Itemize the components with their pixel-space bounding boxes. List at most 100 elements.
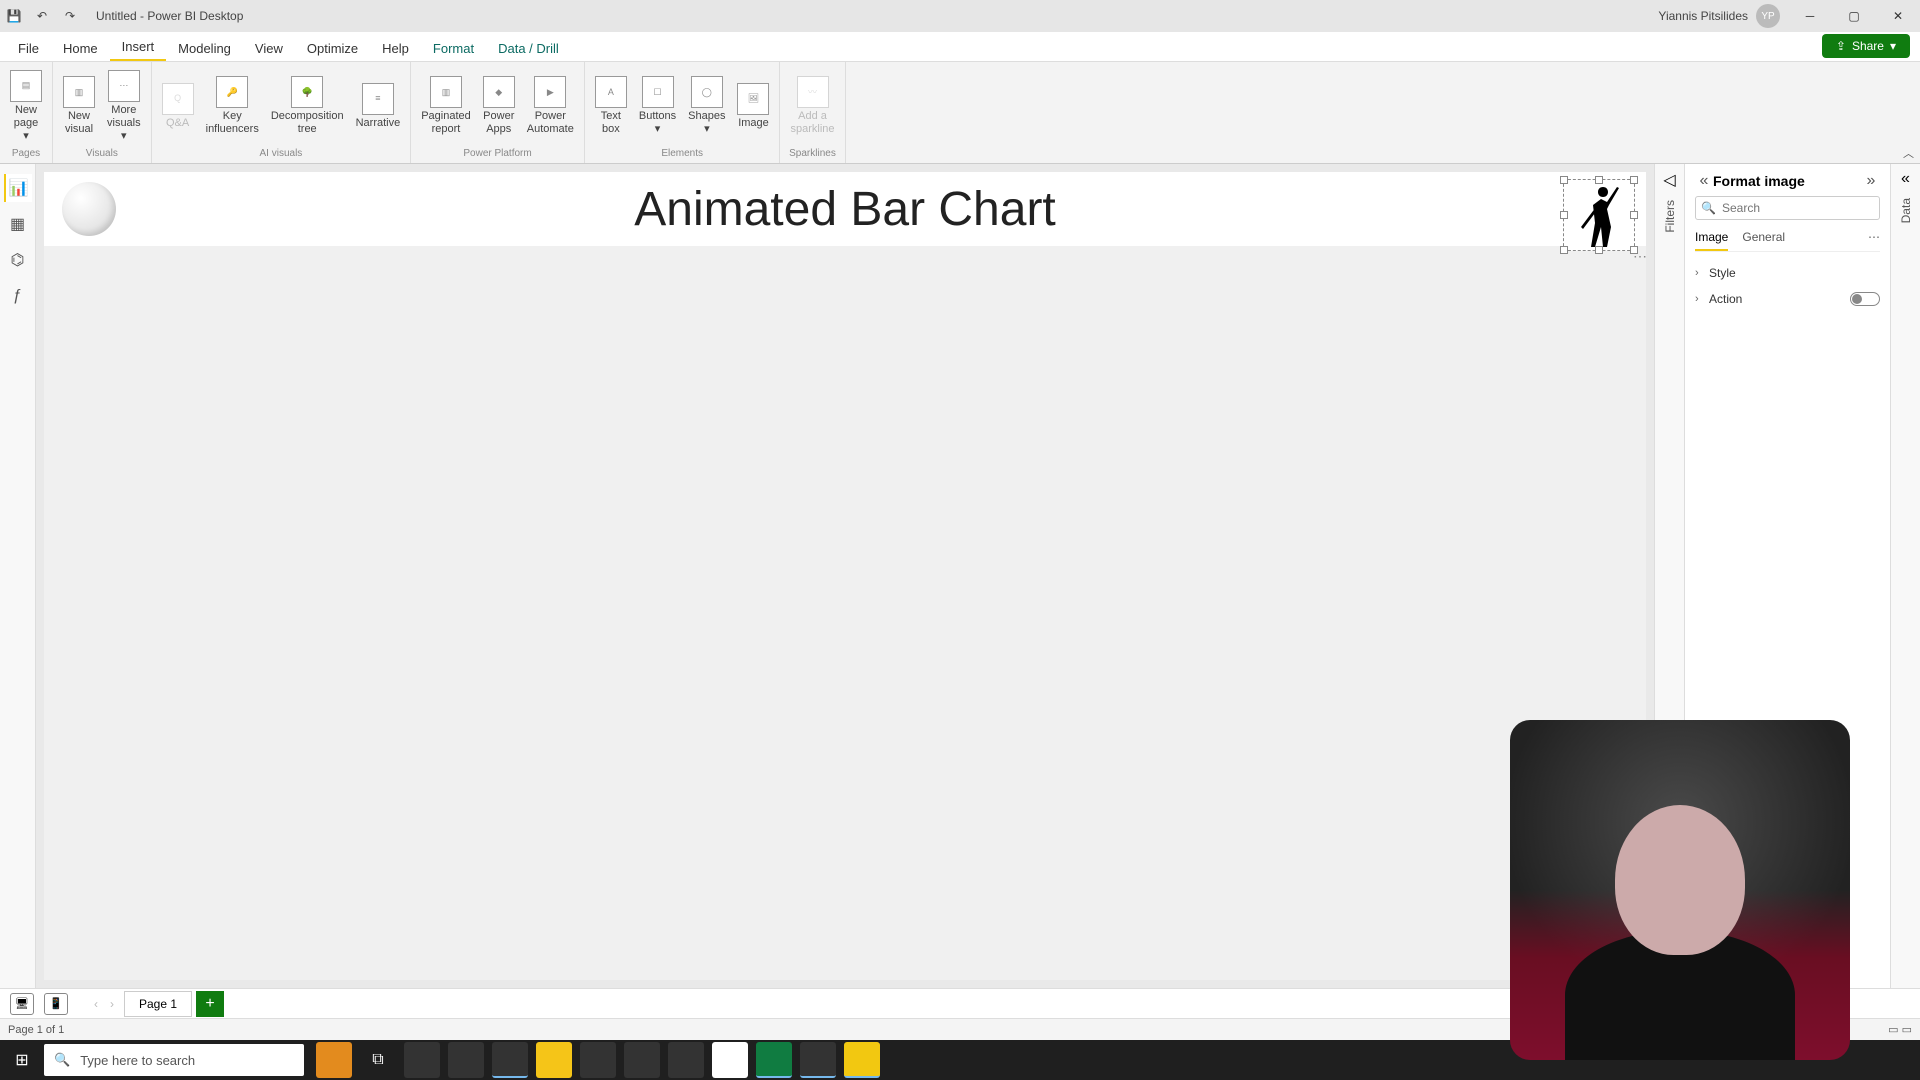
report-view-button[interactable]: 📊 xyxy=(4,174,32,202)
share-label: Share xyxy=(1852,39,1884,53)
user-name-label: Yiannis Pitsilides xyxy=(1658,9,1748,23)
format-search-input[interactable] xyxy=(1695,196,1880,220)
action-toggle[interactable] xyxy=(1850,292,1880,306)
more-visuals-button[interactable]: ⋯More visuals▾ xyxy=(101,64,147,148)
start-button[interactable]: ⊞ xyxy=(0,1040,44,1080)
taskbar-app[interactable] xyxy=(580,1042,616,1078)
report-canvas[interactable]: Animated Bar Chart ⋯ xyxy=(44,172,1646,980)
paginated-report-button[interactable]: ▥Paginated report xyxy=(415,64,477,148)
ribbon-tab-file[interactable]: File xyxy=(6,36,51,61)
data-pane-collapsed[interactable]: « Data xyxy=(1890,164,1920,988)
text-box-button[interactable]: AText box xyxy=(589,64,633,148)
format-section-label: Style xyxy=(1709,266,1736,280)
ribbon-button-label: Add a sparkline xyxy=(790,110,834,136)
key-influencers-icon: 🔑 xyxy=(216,76,248,108)
taskbar-app[interactable] xyxy=(448,1042,484,1078)
taskbar-app[interactable] xyxy=(316,1042,352,1078)
webcam-overlay xyxy=(1510,720,1850,1060)
power-apps-button[interactable]: ◆Power Apps xyxy=(477,64,521,148)
ribbon-tab-help[interactable]: Help xyxy=(370,36,421,61)
format-pane-title: Format image xyxy=(1713,173,1805,189)
shapes-icon: ◯ xyxy=(691,76,723,108)
taskbar-excel-icon[interactable] xyxy=(756,1042,792,1078)
ribbon-body: ▤New page▾ Pages ▥New visual ⋯More visua… xyxy=(0,62,1920,164)
decomposition-tree-icon: 🌳 xyxy=(291,76,323,108)
visual-more-options-button[interactable]: ⋯ xyxy=(1633,248,1648,265)
taskbar-app[interactable] xyxy=(492,1042,528,1078)
ribbon-group-label: Power Platform xyxy=(415,148,580,161)
ribbon-tab-optimize[interactable]: Optimize xyxy=(295,36,370,61)
resize-handle[interactable] xyxy=(1630,176,1638,184)
redo-icon[interactable]: ↷ xyxy=(56,0,84,32)
format-tabs-more-button[interactable]: ⋯ xyxy=(1868,230,1880,251)
signed-in-user[interactable]: Yiannis Pitsilides YP xyxy=(1658,4,1780,28)
resize-handle[interactable] xyxy=(1595,176,1603,184)
prev-page-button[interactable]: ‹ xyxy=(88,997,104,1011)
format-section-style[interactable]: › Style xyxy=(1695,260,1880,286)
ribbon-tab-insert[interactable]: Insert xyxy=(110,34,167,61)
ribbon-tabs: File Home Insert Modeling View Optimize … xyxy=(0,32,1920,62)
format-section-action[interactable]: › Action xyxy=(1695,286,1880,312)
format-tab-image[interactable]: Image xyxy=(1695,230,1728,251)
taskbar-search[interactable]: 🔍 Type here to search xyxy=(44,1044,304,1076)
window-minimize-button[interactable]: ─ xyxy=(1788,0,1832,32)
dax-query-view-button[interactable]: ƒ xyxy=(4,282,32,310)
mobile-layout-button[interactable]: 📱 xyxy=(44,993,68,1015)
narrative-button[interactable]: ≡Narrative xyxy=(350,64,407,148)
window-restore-button[interactable]: ▢ xyxy=(1832,0,1876,32)
golf-ball-image[interactable] xyxy=(62,182,116,236)
key-influencers-button[interactable]: 🔑Key influencers xyxy=(200,64,265,148)
resize-handle[interactable] xyxy=(1560,246,1568,254)
new-page-button[interactable]: ▤New page▾ xyxy=(4,64,48,148)
buttons-button[interactable]: ☐Buttons▾ xyxy=(633,64,682,148)
report-view-icon: 📊 xyxy=(9,178,29,198)
taskbar-chrome-icon[interactable] xyxy=(712,1042,748,1078)
autosave-icon[interactable]: 💾 xyxy=(0,0,28,32)
new-visual-button[interactable]: ▥New visual xyxy=(57,64,101,148)
next-page-button[interactable]: › xyxy=(104,997,120,1011)
ribbon-tab-data-drill[interactable]: Data / Drill xyxy=(486,36,571,61)
ribbon-group-visuals: ▥New visual ⋯More visuals▾ Visuals xyxy=(53,62,152,163)
more-visuals-icon: ⋯ xyxy=(108,70,140,102)
add-page-button[interactable]: + xyxy=(196,991,224,1017)
model-view-button[interactable]: ⌬ xyxy=(4,246,32,274)
taskbar-obs-icon[interactable] xyxy=(800,1042,836,1078)
power-automate-button[interactable]: ▶Power Automate xyxy=(521,64,580,148)
ribbon-tab-home[interactable]: Home xyxy=(51,36,110,61)
zoom-controls[interactable]: ▭ ▭ xyxy=(1888,1023,1912,1036)
chevron-down-icon: ▾ xyxy=(121,130,127,143)
taskbar-app[interactable] xyxy=(536,1042,572,1078)
resize-handle[interactable] xyxy=(1560,176,1568,184)
taskbar-app[interactable] xyxy=(624,1042,660,1078)
ribbon-group-pages: ▤New page▾ Pages xyxy=(0,62,53,163)
ribbon-button-label: Power Automate xyxy=(527,110,574,136)
resize-handle[interactable] xyxy=(1560,211,1568,219)
window-close-button[interactable]: ✕ xyxy=(1876,0,1920,32)
shapes-button[interactable]: ◯Shapes▾ xyxy=(682,64,731,148)
undo-icon[interactable]: ↶ xyxy=(28,0,56,32)
golfer-image-selected[interactable] xyxy=(1563,179,1635,251)
golfer-icon xyxy=(1573,183,1625,247)
taskbar-app[interactable] xyxy=(404,1042,440,1078)
decomposition-tree-button[interactable]: 🌳Decomposition tree xyxy=(265,64,350,148)
ribbon-group-label: AI visuals xyxy=(156,148,407,161)
collapse-pane-button[interactable]: « xyxy=(1695,172,1713,190)
resize-handle[interactable] xyxy=(1595,246,1603,254)
ribbon-collapse-button[interactable]: ︿ xyxy=(1903,145,1914,161)
ribbon-tab-view[interactable]: View xyxy=(243,36,295,61)
share-button[interactable]: ⇪ Share ▾ xyxy=(1822,34,1910,58)
image-button[interactable]: 🖼Image xyxy=(731,64,775,148)
taskbar-app[interactable] xyxy=(668,1042,704,1078)
page-tab[interactable]: Page 1 xyxy=(124,991,192,1017)
table-view-button[interactable]: ▦ xyxy=(4,210,32,238)
ribbon-button-label: Buttons xyxy=(639,110,676,123)
format-tab-general[interactable]: General xyxy=(1742,230,1785,251)
desktop-layout-button[interactable]: 🖥 xyxy=(10,993,34,1015)
resize-handle[interactable] xyxy=(1630,211,1638,219)
task-view-button[interactable]: ⧉ xyxy=(356,1040,400,1080)
ribbon-tab-format[interactable]: Format xyxy=(421,36,486,61)
expand-pane-button[interactable]: » xyxy=(1862,172,1880,190)
taskbar-powerbi-icon[interactable] xyxy=(844,1042,880,1078)
canvas-title-text[interactable]: Animated Bar Chart xyxy=(634,182,1056,237)
ribbon-tab-modeling[interactable]: Modeling xyxy=(166,36,243,61)
